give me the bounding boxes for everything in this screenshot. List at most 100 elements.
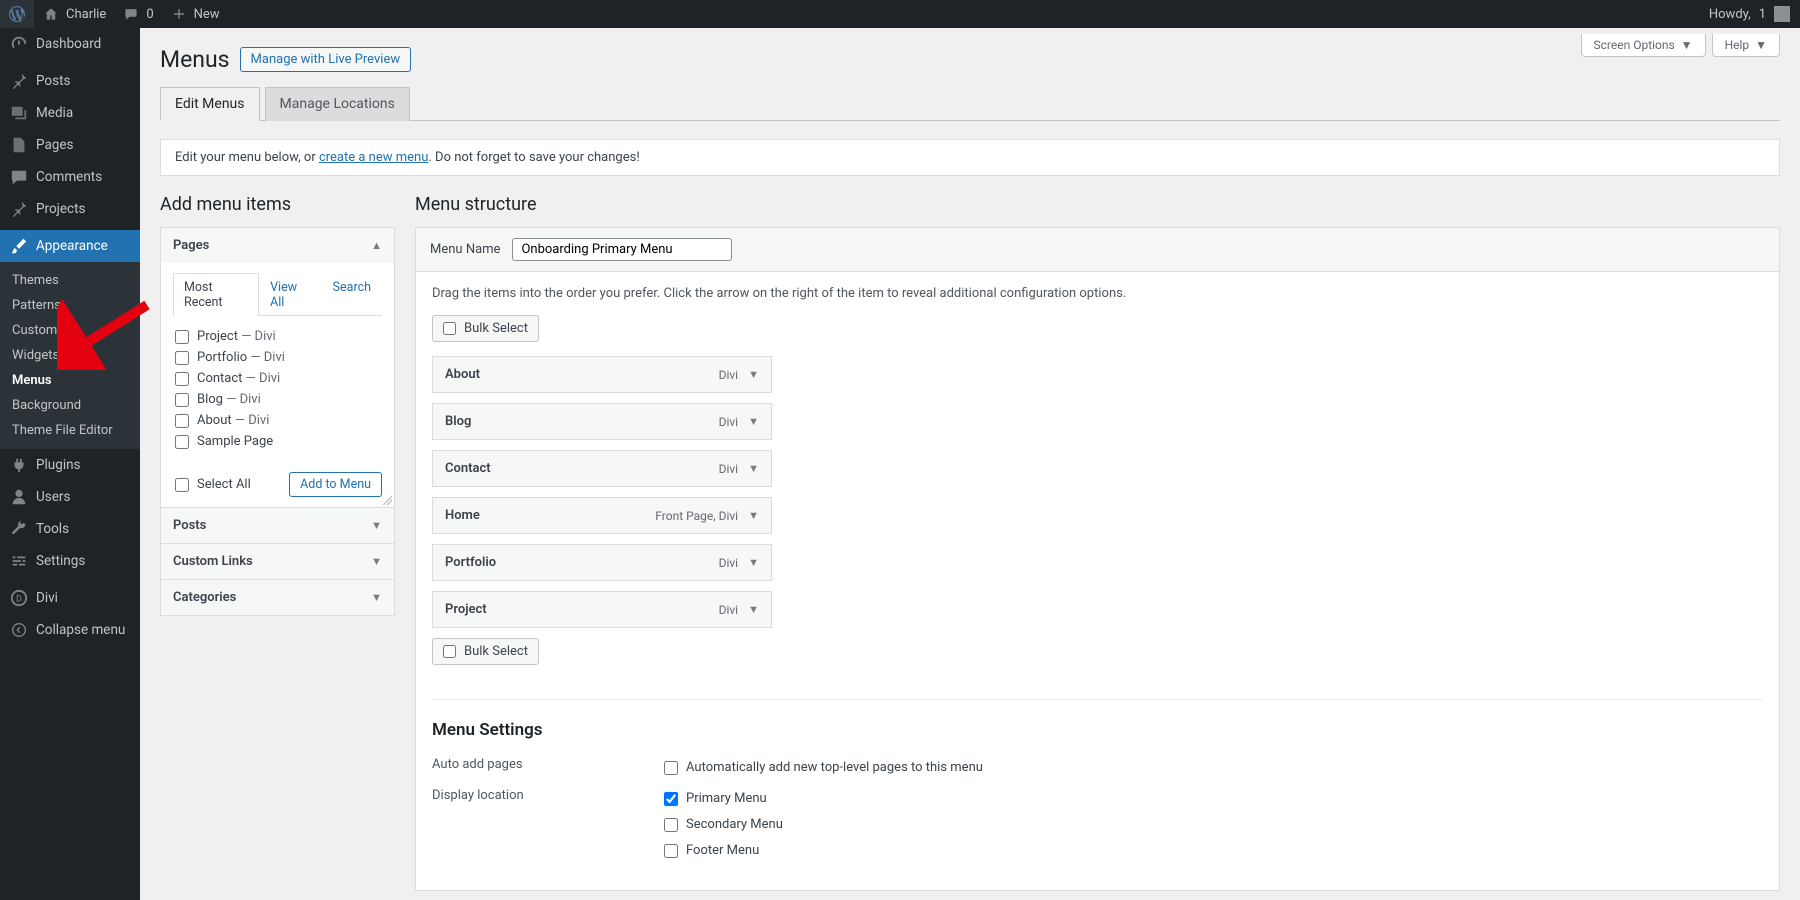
- add-to-menu-button[interactable]: Add to Menu: [289, 472, 382, 497]
- sidebar-item-dashboard[interactable]: Dashboard: [0, 28, 140, 60]
- site-home-link[interactable]: Charlie: [34, 0, 114, 28]
- select-all[interactable]: Select All: [173, 474, 253, 495]
- submenu-background[interactable]: Background: [0, 393, 140, 418]
- admin-bar: Charlie 0 New Howdy, 1: [0, 0, 1800, 28]
- howdy-prefix: Howdy,: [1709, 7, 1751, 22]
- sidebar-item-media[interactable]: Media: [0, 97, 140, 129]
- location-label: Secondary Menu: [686, 817, 783, 832]
- submenu-patterns[interactable]: Patterns: [0, 293, 140, 318]
- collapse-menu[interactable]: Collapse menu: [0, 614, 140, 646]
- bulk-select-checkbox[interactable]: [443, 322, 456, 335]
- sidebar-item-appearance[interactable]: Appearance: [0, 230, 140, 262]
- page-checkbox-row[interactable]: Project — Divi: [173, 326, 382, 347]
- auto-add-checkbox[interactable]: [664, 761, 678, 775]
- menu-name-input[interactable]: [512, 238, 732, 261]
- appearance-submenu: Themes Patterns Customize Widgets Menus …: [0, 262, 140, 449]
- chevron-down-icon[interactable]: ▼: [748, 462, 759, 475]
- page-checkbox-row[interactable]: About — Divi: [173, 410, 382, 431]
- page-title: Contact — Divi: [197, 371, 280, 386]
- chevron-down-icon: ▼: [371, 591, 382, 604]
- submenu-theme-file-editor[interactable]: Theme File Editor: [0, 418, 140, 443]
- menu-item-label: Blog: [445, 414, 471, 429]
- location-options: Primary Menu Secondary Menu Footer Menu: [662, 788, 785, 861]
- sidebar-item-posts[interactable]: Posts: [0, 65, 140, 97]
- comments-link[interactable]: 0: [114, 0, 161, 28]
- page-checkbox[interactable]: [175, 351, 189, 365]
- media-icon: [10, 104, 28, 122]
- sidebar-item-projects[interactable]: Projects: [0, 193, 140, 225]
- menu-item[interactable]: AboutDivi▼: [432, 356, 772, 393]
- menu-item-meta: Front Page, Divi: [655, 509, 738, 523]
- structure-instructions: Drag the items into the order you prefer…: [432, 286, 1763, 301]
- location-checkbox[interactable]: [664, 844, 678, 858]
- avatar: [1774, 6, 1790, 22]
- location-option[interactable]: Secondary Menu: [662, 814, 785, 835]
- select-all-checkbox[interactable]: [175, 478, 189, 492]
- live-preview-button[interactable]: Manage with Live Preview: [240, 47, 412, 72]
- location-option[interactable]: Footer Menu: [662, 840, 785, 861]
- page-checkbox[interactable]: [175, 435, 189, 449]
- menu-tabs: Edit Menus Manage Locations: [160, 87, 1780, 121]
- accordion-head-posts[interactable]: Posts ▼: [161, 508, 394, 543]
- mini-tab-viewall[interactable]: View All: [259, 273, 322, 316]
- bulk-select-top[interactable]: Bulk Select: [432, 315, 539, 342]
- sidebar-label: Collapse menu: [36, 622, 125, 638]
- location-option[interactable]: Primary Menu: [662, 788, 785, 809]
- chevron-down-icon[interactable]: ▼: [748, 415, 759, 428]
- page-checkbox-row[interactable]: Sample Page: [173, 431, 382, 452]
- mini-tab-recent[interactable]: Most Recent: [173, 273, 259, 316]
- accordion-head-custom-links[interactable]: Custom Links ▼: [161, 544, 394, 579]
- menu-item[interactable]: ProjectDivi▼: [432, 591, 772, 628]
- accordion-head-categories[interactable]: Categories ▼: [161, 580, 394, 615]
- tab-edit-menus[interactable]: Edit Menus: [160, 87, 260, 121]
- edit-notice: Edit your menu below, or create a new me…: [160, 139, 1780, 176]
- bulk-select-bottom[interactable]: Bulk Select: [432, 638, 539, 665]
- sidebar-item-comments[interactable]: Comments: [0, 161, 140, 193]
- sidebar-item-pages[interactable]: Pages: [0, 129, 140, 161]
- chevron-down-icon[interactable]: ▼: [748, 603, 759, 616]
- auto-add-option[interactable]: Automatically add new top-level pages to…: [662, 757, 985, 778]
- page-checkbox[interactable]: [175, 372, 189, 386]
- submenu-themes[interactable]: Themes: [0, 268, 140, 293]
- menu-item[interactable]: PortfolioDivi▼: [432, 544, 772, 581]
- submenu-customize[interactable]: Customize: [0, 318, 140, 343]
- tab-manage-locations[interactable]: Manage Locations: [265, 87, 410, 121]
- new-label: New: [194, 7, 220, 22]
- pin-icon: [10, 72, 28, 90]
- sidebar-item-settings[interactable]: Settings: [0, 545, 140, 577]
- location-checkbox[interactable]: [664, 792, 678, 806]
- chevron-down-icon[interactable]: ▼: [748, 509, 759, 522]
- submenu-menus[interactable]: Menus: [0, 368, 140, 393]
- sidebar-item-divi[interactable]: D Divi: [0, 582, 140, 614]
- mini-tab-search[interactable]: Search: [322, 273, 382, 316]
- page-checkbox[interactable]: [175, 330, 189, 344]
- site-name: Charlie: [66, 7, 106, 22]
- resize-handle[interactable]: [382, 495, 392, 505]
- sidebar-label: Media: [36, 105, 73, 121]
- menu-item[interactable]: ContactDivi▼: [432, 450, 772, 487]
- menu-item[interactable]: HomeFront Page, Divi▼: [432, 497, 772, 534]
- menu-item[interactable]: BlogDivi▼: [432, 403, 772, 440]
- page-checkbox[interactable]: [175, 414, 189, 428]
- new-content-link[interactable]: New: [162, 0, 228, 28]
- page-checkbox-row[interactable]: Blog — Divi: [173, 389, 382, 410]
- chevron-down-icon[interactable]: ▼: [748, 368, 759, 381]
- wp-logo[interactable]: [0, 0, 34, 28]
- accordion-head-pages[interactable]: Pages ▲: [161, 228, 394, 263]
- location-checkbox[interactable]: [664, 818, 678, 832]
- page-checkbox-row[interactable]: Contact — Divi: [173, 368, 382, 389]
- sidebar-item-tools[interactable]: Tools: [0, 513, 140, 545]
- page-checkbox-row[interactable]: Portfolio — Divi: [173, 347, 382, 368]
- create-new-menu-link[interactable]: create a new menu: [319, 150, 428, 165]
- chevron-down-icon[interactable]: ▼: [748, 556, 759, 569]
- page-icon: [10, 136, 28, 154]
- accordion-label: Posts: [173, 518, 206, 533]
- notice-post: . Do not forget to save your changes!: [428, 150, 639, 165]
- submenu-widgets[interactable]: Widgets: [0, 343, 140, 368]
- sidebar-item-users[interactable]: Users: [0, 481, 140, 513]
- sidebar-item-plugins[interactable]: Plugins: [0, 449, 140, 481]
- howdy-name: 1: [1759, 7, 1766, 22]
- page-checkbox[interactable]: [175, 393, 189, 407]
- bulk-select-checkbox[interactable]: [443, 645, 456, 658]
- account-menu[interactable]: Howdy, 1: [1709, 6, 1790, 22]
